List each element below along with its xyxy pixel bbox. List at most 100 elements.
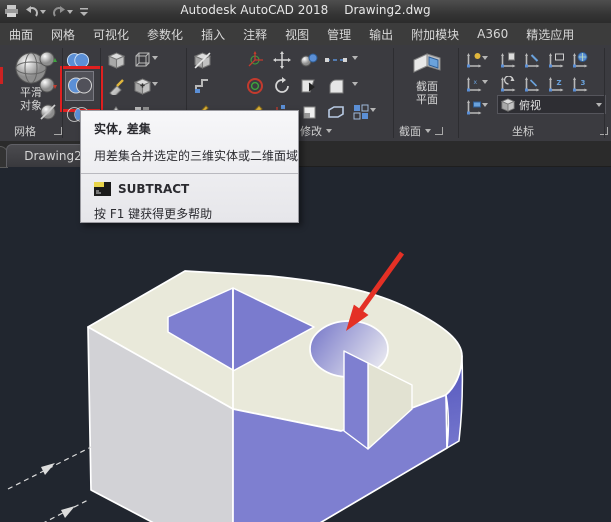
ucs-light-button[interactable] <box>462 48 486 72</box>
panel-separator <box>604 48 605 138</box>
tab-insert[interactable]: 插入 <box>192 23 234 46</box>
solid-cube-button[interactable] <box>104 48 128 72</box>
ucs-previous-button[interactable] <box>496 72 520 96</box>
modify-row2-dropdown-arrow-icon[interactable] <box>352 82 358 86</box>
wire-box-button[interactable] <box>130 48 154 72</box>
tooltip-title: 实体, 差集 <box>94 120 298 137</box>
3d-rotate-button[interactable] <box>270 74 294 98</box>
mesh-panel-label: 网格 <box>14 123 36 139</box>
squares-icon <box>353 104 369 120</box>
move-icon <box>273 51 291 69</box>
mesh-dialog-launcher-icon[interactable] <box>54 127 62 135</box>
presspull-icon <box>108 78 125 95</box>
tooltip-command: SUBTRACT <box>118 182 189 196</box>
modify-row3-dropdown-arrow-icon[interactable] <box>370 108 376 112</box>
tab-visualize[interactable]: 可视化 <box>84 23 138 46</box>
tab-surface[interactable]: 曲面 <box>0 23 42 46</box>
ucs-3point-button[interactable]: 3 <box>568 72 592 96</box>
tab-mesh[interactable]: 网格 <box>42 23 84 46</box>
refine-mesh-button[interactable] <box>36 100 60 124</box>
section-plane-button[interactable]: 截面 平面 <box>405 50 449 106</box>
panel-separator <box>62 48 63 138</box>
ucs-view-button[interactable] <box>462 95 486 119</box>
decrease-smoothness-button[interactable] <box>36 74 60 98</box>
ucs-dropdown-arrow-icon-2[interactable] <box>482 80 488 84</box>
ribbon-tab-bar: 曲面 网格 可视化 参数化 插入 注释 视图 管理 输出 附加模块 A360 精… <box>0 23 611 46</box>
tooltip-help-hint: 按 F1 键获得更多帮助 <box>94 205 298 222</box>
slice-button[interactable] <box>190 48 214 72</box>
thicken-button[interactable] <box>297 100 321 124</box>
ucs-dropdown-arrow-icon-1[interactable] <box>482 56 488 60</box>
subtract-tooltip: 实体, 差集 用差集合并选定的三维实体或二维面域 SUBTRACT 按 F1 键… <box>80 110 299 223</box>
fillet-icon <box>328 78 345 95</box>
ucs-x-button[interactable]: x <box>462 72 486 96</box>
3d-scale-button[interactable] <box>297 48 321 72</box>
section-plane-label-2: 平面 <box>416 93 438 106</box>
dimension-arrowhead-icon <box>41 463 55 475</box>
tab-manage[interactable]: 管理 <box>318 23 360 46</box>
modify-row1-dropdown-arrow-icon[interactable] <box>352 56 358 60</box>
tab-annotate[interactable]: 注释 <box>234 23 276 46</box>
increase-smoothness-icon <box>38 50 58 70</box>
model-slot-wall <box>344 351 368 449</box>
extract-edges-button[interactable] <box>190 74 214 98</box>
tab-output[interactable]: 输出 <box>360 23 402 46</box>
section-plane-icon <box>410 50 444 80</box>
tab-parametric[interactable]: 参数化 <box>138 23 192 46</box>
ucs-object-button[interactable] <box>520 48 544 72</box>
presspull-button[interactable] <box>104 74 128 98</box>
interfere-button[interactable] <box>324 48 348 72</box>
section-plane-label-1: 截面 <box>416 80 438 93</box>
mesh-panel-label-bar[interactable]: 网格 <box>14 123 66 139</box>
tab-view[interactable]: 视图 <box>276 23 318 46</box>
section-dialog-launcher-icon[interactable] <box>435 127 443 135</box>
polysolid-button[interactable] <box>324 100 348 124</box>
panel-separator <box>393 48 394 138</box>
left-edge-red-marker <box>0 67 3 84</box>
svg-text:3: 3 <box>581 79 586 87</box>
3d-rotate-gizmo-button[interactable] <box>243 74 267 98</box>
box-plus-button[interactable] <box>130 74 154 98</box>
dashed-line-icon <box>325 55 347 65</box>
modify-panel-label: 修改 <box>300 123 322 139</box>
tab-a360[interactable]: A360 <box>468 24 517 44</box>
svg-text:x: x <box>474 79 478 86</box>
coordinates-panel-label-bar[interactable]: 坐标 <box>512 123 608 139</box>
polygon-icon <box>327 105 345 119</box>
ucs-face-button[interactable] <box>544 48 568 72</box>
boxplus-dropdown-arrow-icon[interactable] <box>152 82 158 86</box>
app-title: Autodesk AutoCAD 2018 <box>180 3 328 17</box>
view-dropdown-arrow-icon <box>596 103 602 107</box>
ucs-z-button[interactable]: Z <box>544 72 568 96</box>
3d-gizmo-button[interactable] <box>243 48 267 72</box>
view-style-value: 俯视 <box>519 97 541 113</box>
rotate-gizmo-icon <box>246 77 264 95</box>
rotate-circle-icon <box>273 77 291 95</box>
array-button[interactable] <box>349 100 373 124</box>
view-style-dropdown[interactable]: 俯视 <box>497 95 606 114</box>
dimension-lines <box>8 447 91 522</box>
dimension-arrowhead-icon <box>61 506 75 518</box>
ucs-named-button[interactable] <box>496 48 520 72</box>
ucs-world-button[interactable] <box>568 48 592 72</box>
spheres-icon <box>300 53 318 67</box>
flatten-icon <box>300 78 318 94</box>
flatten-button[interactable] <box>297 74 321 98</box>
fillet-edge-button[interactable] <box>324 74 348 98</box>
modify-panel-label-bar[interactable]: 修改 <box>300 123 332 139</box>
section-panel-label-bar[interactable]: 截面 <box>399 123 443 139</box>
3d-move-button[interactable] <box>270 48 294 72</box>
step-icon <box>194 78 210 94</box>
decrease-smoothness-icon <box>38 76 58 96</box>
box-dropdown-arrow-icon[interactable] <box>152 56 158 60</box>
gizmo-icon <box>246 51 264 69</box>
tab-featured-apps[interactable]: 精选应用 <box>517 23 583 46</box>
increase-smoothness-button[interactable] <box>36 48 60 72</box>
ucs-origin-button[interactable] <box>520 72 544 96</box>
panel-separator <box>458 48 459 138</box>
document-tab-label: Drawing2* <box>24 149 88 163</box>
modify-panel-arrow-icon <box>326 129 332 133</box>
svg-text:Z: Z <box>557 79 562 87</box>
tab-addins[interactable]: 附加模块 <box>402 23 468 46</box>
ucs-dropdown-arrow-icon-3[interactable] <box>482 103 488 107</box>
